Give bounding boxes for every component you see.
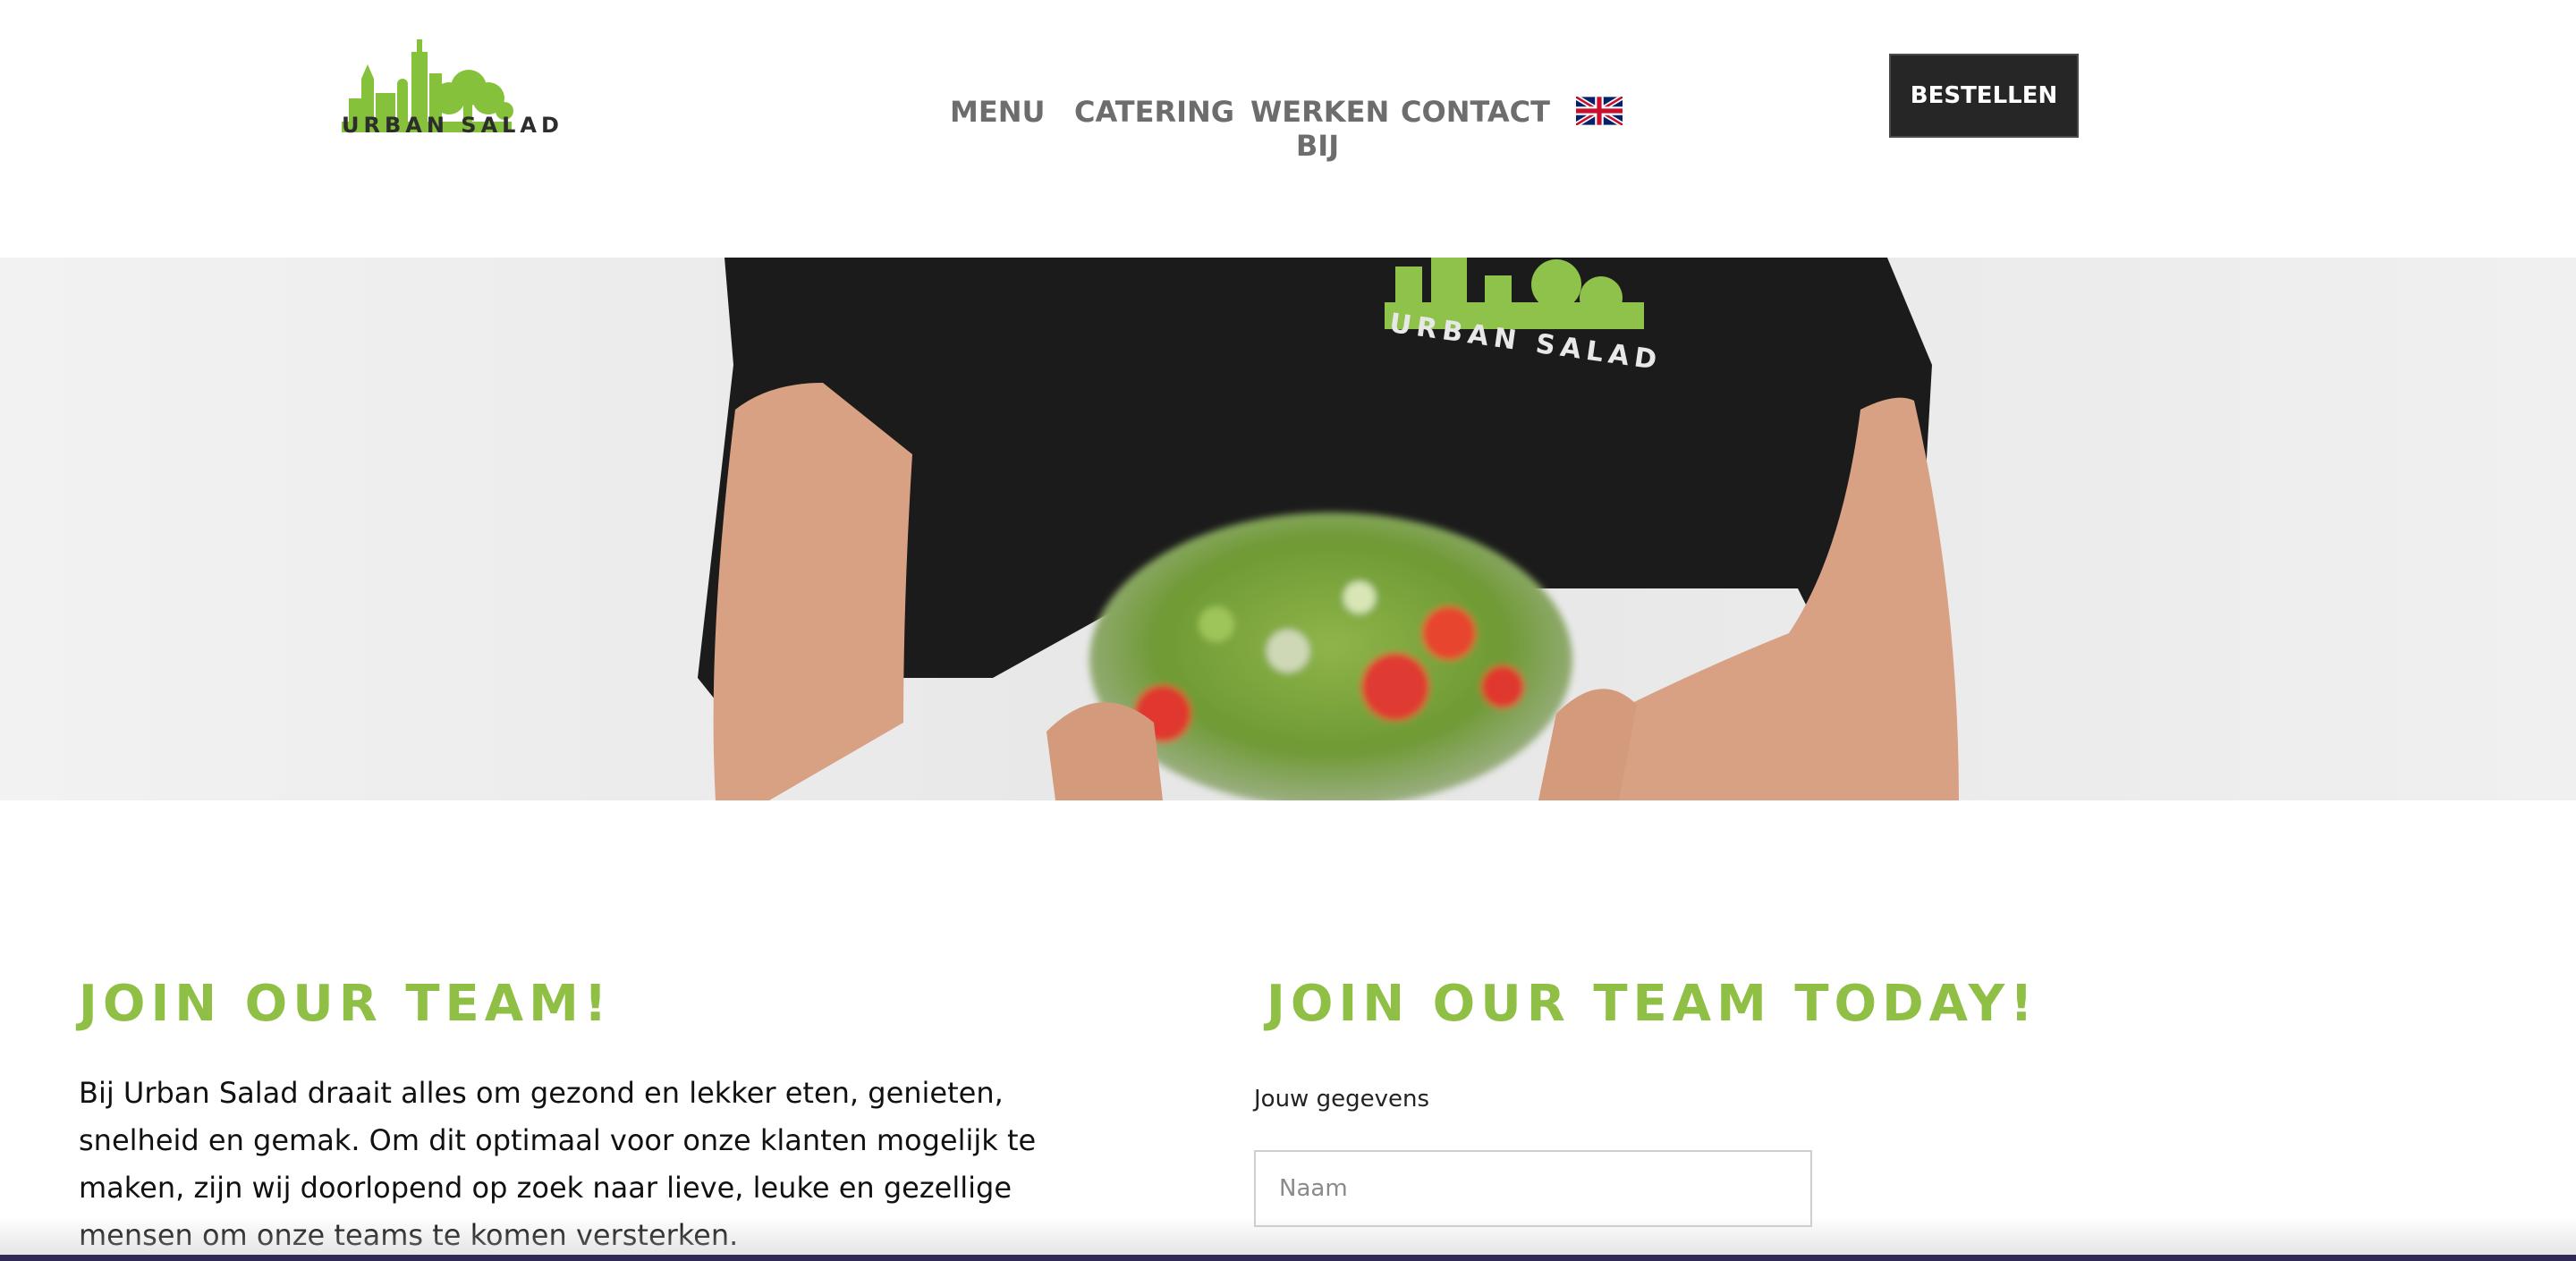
join-team-today-heading: JOIN OUR TEAM TODAY! [1267, 975, 2038, 1033]
page: URBAN SALAD MENU CATERING WERKEN BIJ CON… [0, 0, 2576, 1261]
name-input[interactable] [1254, 1150, 1812, 1227]
window-bottom-edge [0, 1255, 2576, 1261]
intro-text: Bij Urban Salad draait alles om gezond e… [79, 1076, 1037, 1252]
logo-text: URBAN SALAD [342, 113, 564, 138]
nav-item-catering[interactable]: CATERING [1074, 95, 1234, 129]
nav-item-werken-bij[interactable]: WERKEN BIJ [1250, 95, 1389, 163]
hero-image: URBAN SALAD [0, 258, 2576, 800]
order-button[interactable]: BESTELLEN [1889, 54, 2079, 138]
uk-flag-icon[interactable] [1576, 97, 1623, 125]
join-team-heading: JOIN OUR TEAM! [79, 975, 613, 1033]
form-section-label: Jouw gegevens [1254, 1086, 1429, 1113]
nav-item-contact[interactable]: CONTACT [1401, 95, 1550, 129]
nav-item-menu[interactable]: MENU [950, 95, 1045, 129]
